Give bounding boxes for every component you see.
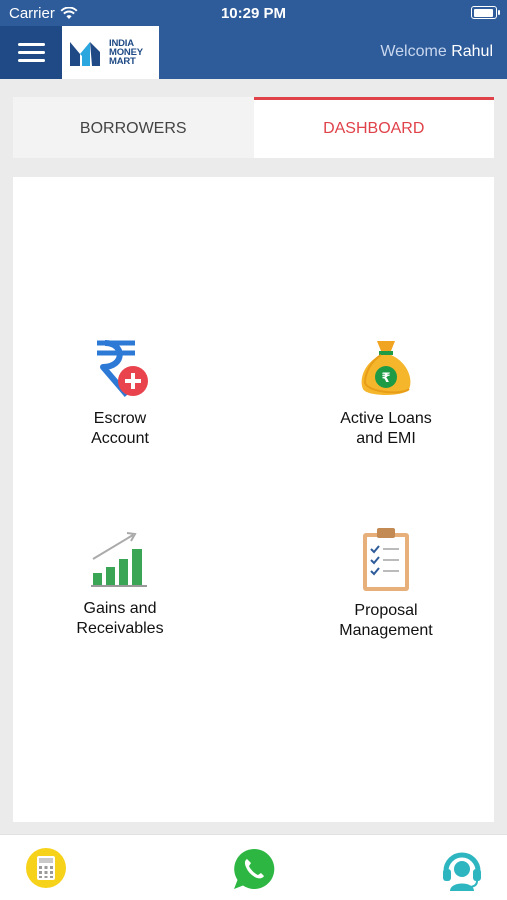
whatsapp-icon[interactable] xyxy=(232,847,276,891)
welcome-label: Welcome xyxy=(380,43,447,60)
rupee-plus-icon xyxy=(97,340,148,397)
proposal-management-tile[interactable]: Proposal Management xyxy=(291,527,481,641)
logo-mark-icon xyxy=(70,41,100,66)
calculator-icon[interactable] xyxy=(25,847,67,889)
clipboard-checklist-icon xyxy=(363,528,409,591)
hamburger-line xyxy=(17,43,45,46)
battery-icon xyxy=(471,6,500,19)
tab-bar: BORROWERS DASHBOARD xyxy=(13,97,494,158)
tile-label: Active Loans and EMI xyxy=(340,410,432,447)
tile-label: Gains and Receivables xyxy=(76,600,164,637)
active-loans-tile[interactable]: ₹ Active Loans and EMI xyxy=(291,337,481,449)
support-headset-icon[interactable] xyxy=(440,847,484,891)
growth-chart-icon xyxy=(91,532,147,587)
welcome-message: Welcome Rahul xyxy=(380,43,493,61)
money-bag-icon: ₹ xyxy=(361,341,411,395)
hamburger-line xyxy=(17,59,45,62)
gains-receivables-tile[interactable]: Gains and Receivables xyxy=(25,527,215,639)
bottom-bar xyxy=(0,834,507,900)
escrow-account-tile[interactable]: Escrow Account xyxy=(25,337,215,449)
user-name: Rahul xyxy=(451,43,493,60)
app-header: Carrier 10:29 PM INDIA MONEY MART Welcom… xyxy=(0,0,507,79)
svg-text:₹: ₹ xyxy=(381,371,390,386)
tab-borrowers[interactable]: BORROWERS xyxy=(13,97,254,158)
tab-dashboard[interactable]: DASHBOARD xyxy=(253,97,494,158)
status-bar: Carrier 10:29 PM xyxy=(0,0,507,26)
dashboard-panel: Escrow Account ₹ Active Loans and EMI Ga… xyxy=(13,177,494,822)
logo-wordmark: INDIA MONEY MART xyxy=(109,38,143,67)
clock: 10:29 PM xyxy=(220,5,287,22)
hamburger-line xyxy=(17,51,45,54)
tile-label: Escrow Account xyxy=(91,410,149,447)
battery-level xyxy=(473,8,494,17)
app-logo: INDIA MONEY MART xyxy=(62,26,159,79)
tile-label: Proposal Management xyxy=(339,602,433,639)
menu-button[interactable] xyxy=(0,26,62,79)
